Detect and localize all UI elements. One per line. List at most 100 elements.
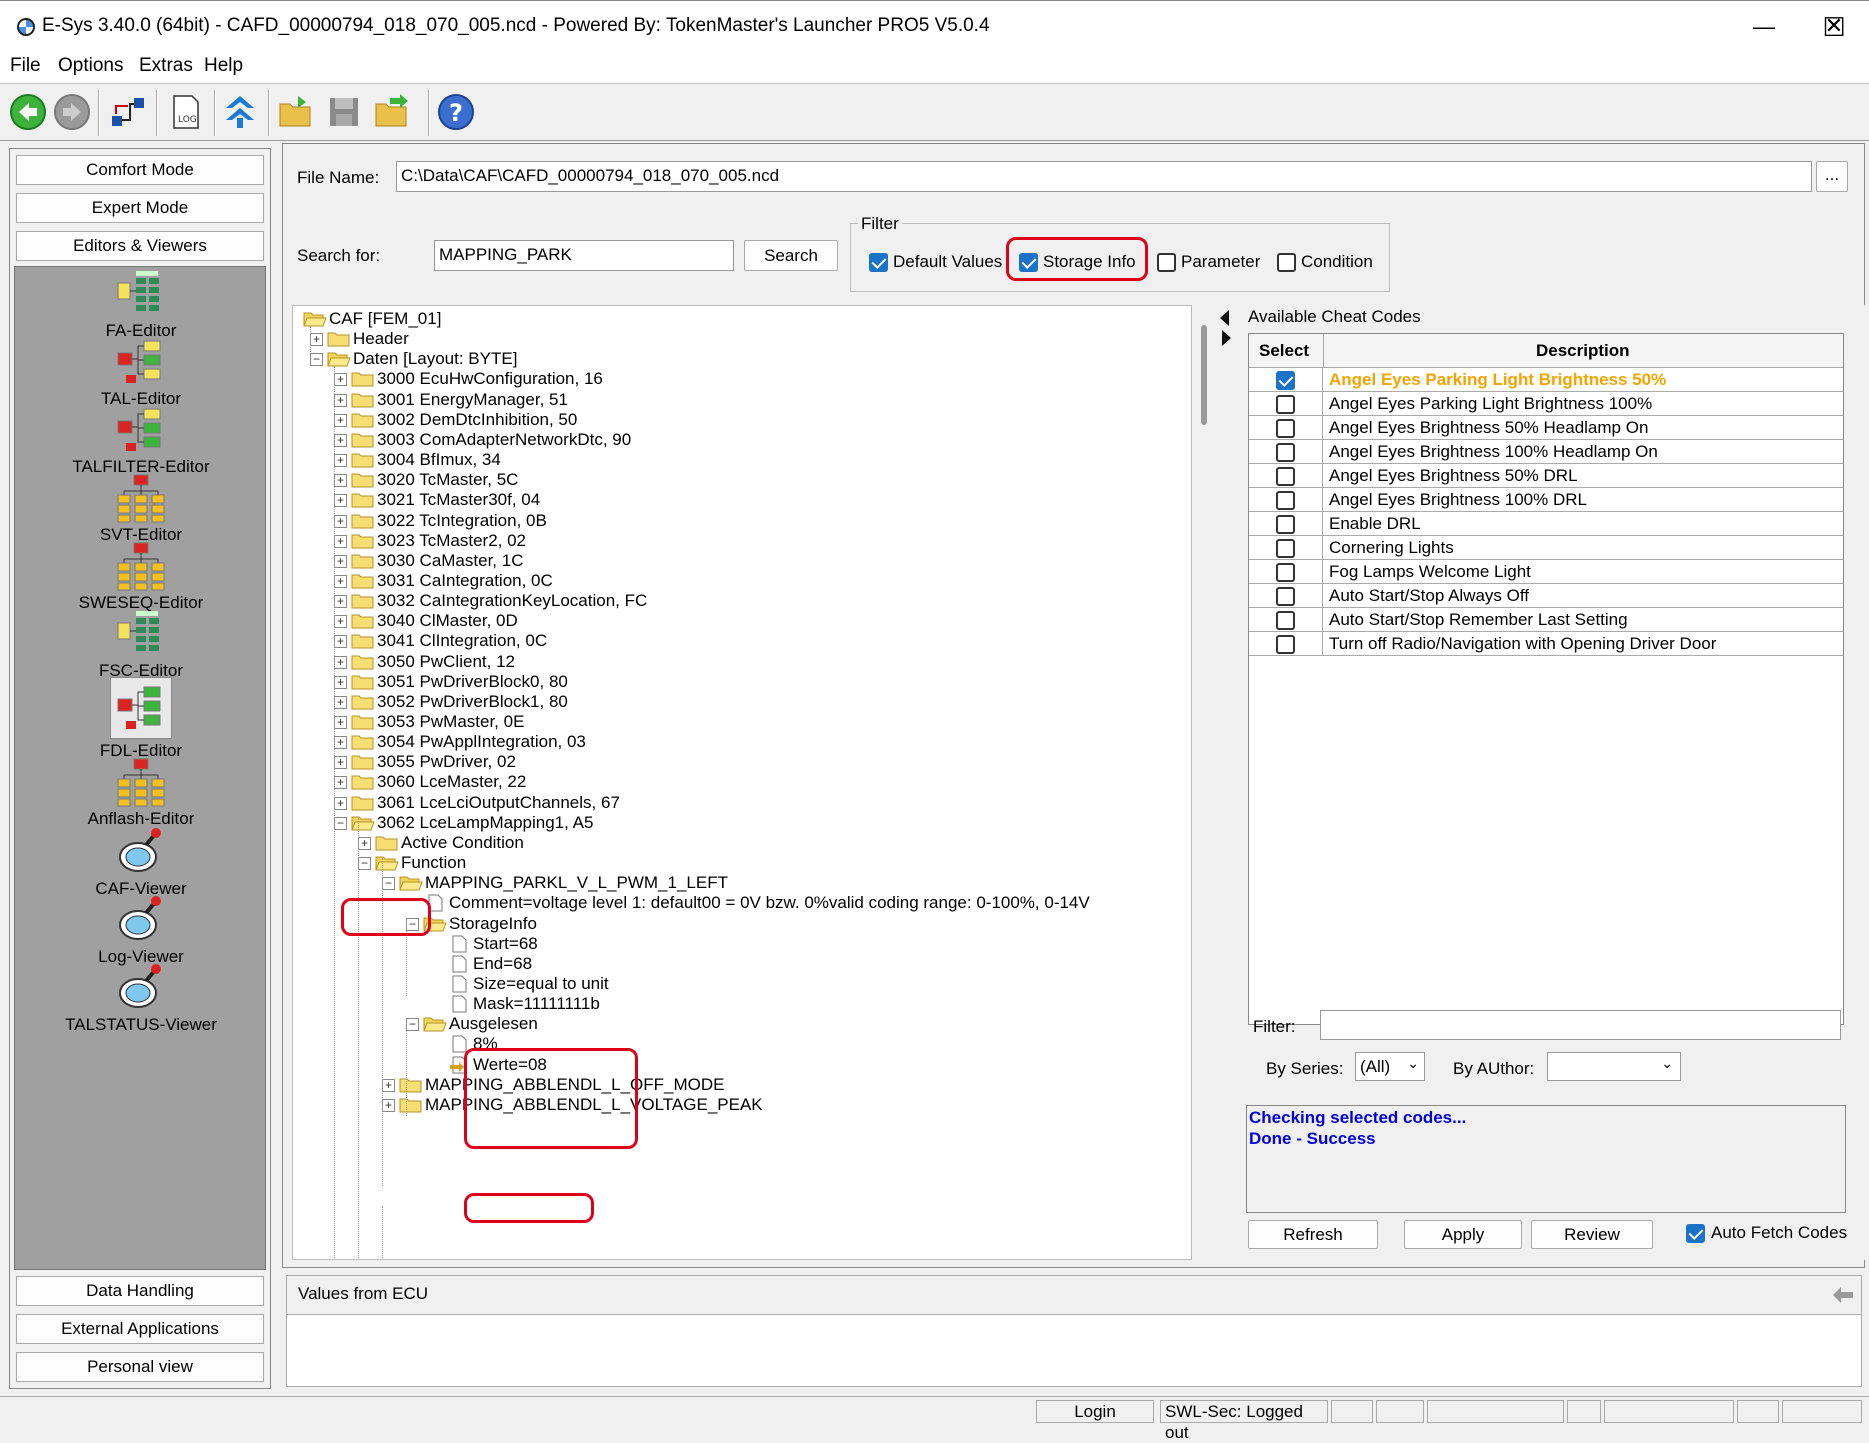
cheat-select-checkbox[interactable] <box>1276 563 1295 582</box>
tree-scrollbar[interactable] <box>1198 305 1212 1260</box>
auto-fetch-checkbox[interactable] <box>1686 1224 1705 1243</box>
log-viewer-tool[interactable]: Log-Viewer <box>15 895 267 967</box>
tree-expander-icon[interactable]: + <box>334 454 347 468</box>
cheat-code-row[interactable]: Fog Lamps Welcome Light <box>1249 560 1843 584</box>
tree-expander-icon[interactable]: + <box>334 595 347 609</box>
by-series-select[interactable]: (All) ⌄ <box>1355 1052 1425 1081</box>
cheat-select-checkbox[interactable] <box>1276 515 1295 534</box>
cheat-filter-input[interactable] <box>1320 1010 1841 1040</box>
menu-help[interactable]: Help <box>204 55 243 77</box>
personal-view-button[interactable]: Personal view <box>16 1352 264 1382</box>
tree-expander-icon[interactable]: + <box>334 393 347 407</box>
tree-expander-icon[interactable]: + <box>334 514 347 528</box>
tree-expander-icon[interactable]: − <box>334 816 347 830</box>
cheat-code-row[interactable]: Angel Eyes Brightness 50% Headlamp On <box>1249 416 1843 440</box>
connect-icon[interactable] <box>108 92 148 132</box>
comfort-mode-button[interactable]: Comfort Mode <box>16 155 264 185</box>
tree-expander-icon[interactable]: + <box>334 756 347 770</box>
cheat-code-row[interactable]: Angel Eyes Brightness 100% DRL <box>1249 488 1843 512</box>
cheat-select-checkbox[interactable] <box>1276 635 1295 654</box>
tree-expander-icon[interactable]: − <box>310 353 323 367</box>
expert-mode-button[interactable]: Expert Mode <box>16 193 264 223</box>
tree-expander-icon[interactable]: + <box>334 736 347 750</box>
tree-expander-icon[interactable]: + <box>334 494 347 508</box>
tree-expander-icon[interactable]: + <box>334 776 347 790</box>
fsc-editor-tool[interactable]: FSC-Editor <box>15 609 267 681</box>
cheat-select-checkbox[interactable] <box>1276 587 1295 606</box>
cheat-select-checkbox[interactable] <box>1276 467 1295 486</box>
cheat-select-checkbox[interactable] <box>1276 491 1295 510</box>
tree-expander-icon[interactable]: + <box>334 615 347 629</box>
apply-button[interactable]: Apply <box>1404 1220 1522 1249</box>
talfilter-editor-tool[interactable]: TALFILTER-Editor <box>15 405 267 477</box>
cheat-select-checkbox[interactable] <box>1276 395 1295 414</box>
forward-arrow-icon[interactable] <box>52 92 92 132</box>
default-values-checkbox[interactable] <box>869 253 888 272</box>
tree-expander-icon[interactable]: + <box>334 635 347 649</box>
tree-expander-icon[interactable]: + <box>334 695 347 709</box>
caf-viewer-tool[interactable]: CAF-Viewer <box>15 827 267 899</box>
minimize-button[interactable]: — <box>1730 7 1798 47</box>
tree-expander-icon[interactable]: + <box>334 716 347 729</box>
back-arrow-icon[interactable] <box>8 92 48 132</box>
tree-expander-icon[interactable]: + <box>310 333 323 347</box>
cheat-code-row[interactable]: Auto Start/Stop Always Off <box>1249 584 1843 608</box>
menu-extras[interactable]: Extras <box>139 55 193 77</box>
tree-expander-icon[interactable]: + <box>382 1078 395 1092</box>
tree-expander-icon[interactable]: + <box>334 675 347 689</box>
cheat-code-row[interactable]: Angel Eyes Parking Light Brightness 50% <box>1249 368 1843 392</box>
tree-expander-icon[interactable]: + <box>334 433 347 447</box>
browse-button[interactable]: ... <box>1816 161 1848 192</box>
cheat-select-checkbox[interactable] <box>1276 539 1295 558</box>
search-input[interactable]: MAPPING_PARK <box>434 240 734 271</box>
tree-expander-icon[interactable]: + <box>334 474 347 488</box>
anflash-editor-tool[interactable]: Anflash-Editor <box>15 757 267 829</box>
external-applications-button[interactable]: External Applications <box>16 1314 264 1344</box>
tree-expander-icon[interactable]: − <box>406 1018 419 1032</box>
cheat-select-checkbox[interactable] <box>1276 443 1295 462</box>
tree-expander-icon[interactable]: + <box>358 836 371 850</box>
tree-expander-icon[interactable]: − <box>382 877 395 891</box>
cheat-code-row[interactable]: Angel Eyes Brightness 50% DRL <box>1249 464 1843 488</box>
talstatus-viewer-tool[interactable]: TALSTATUS-Viewer <box>15 963 267 1035</box>
cheat-code-row[interactable]: Auto Start/Stop Remember Last Setting <box>1249 608 1843 632</box>
sweseq-editor-tool[interactable]: SWESEQ-Editor <box>15 541 267 613</box>
log-icon[interactable]: LOG <box>166 92 206 132</box>
menu-options[interactable]: Options <box>58 55 123 77</box>
select-column-header[interactable]: Select <box>1259 341 1309 361</box>
open-folder-arrow-icon[interactable] <box>372 92 412 132</box>
tree-expander-icon[interactable]: + <box>334 413 347 427</box>
tree-expander-icon[interactable]: + <box>334 534 347 548</box>
help-icon[interactable]: ? <box>436 92 476 132</box>
cheat-code-row[interactable]: Angel Eyes Brightness 100% Headlamp On <box>1249 440 1843 464</box>
cheat-code-row[interactable]: Angel Eyes Parking Light Brightness 100% <box>1249 392 1843 416</box>
pin-icon[interactable] <box>1831 1284 1855 1306</box>
cheat-code-row[interactable]: Turn off Radio/Navigation with Opening D… <box>1249 632 1843 656</box>
svt-editor-tool[interactable]: SVT-Editor <box>15 473 267 545</box>
fdl-editor-tool[interactable]: FDL-Editor <box>15 677 267 761</box>
expand-right-icon[interactable] <box>1222 330 1231 346</box>
cheat-select-checkbox[interactable] <box>1276 419 1295 438</box>
review-button[interactable]: Review <box>1531 1220 1653 1249</box>
save-icon[interactable] <box>324 92 364 132</box>
tree-expander-icon[interactable]: + <box>334 373 347 387</box>
coding-icon[interactable] <box>220 92 260 132</box>
cheat-code-row[interactable]: Enable DRL <box>1249 512 1843 536</box>
tree-expander-icon[interactable]: + <box>334 574 347 588</box>
tree-expander-icon[interactable]: − <box>358 857 371 871</box>
menu-file[interactable]: File <box>10 55 41 77</box>
editors-viewers-button[interactable]: Editors & Viewers <box>16 231 264 261</box>
parameter-checkbox[interactable] <box>1157 253 1176 272</box>
open-folder-icon[interactable] <box>276 92 316 132</box>
close-button-visible[interactable]: ✕ <box>1801 6 1867 46</box>
tree-scrollbar-thumb[interactable] <box>1201 325 1207 425</box>
search-button[interactable]: Search <box>744 240 838 271</box>
data-handling-button[interactable]: Data Handling <box>16 1276 264 1306</box>
caf-tree[interactable]: CAF [FEM_01] + Header − Daten [Layout: BYTE]… <box>292 305 1192 1260</box>
condition-checkbox[interactable] <box>1277 253 1296 272</box>
refresh-button[interactable]: Refresh <box>1248 1220 1378 1249</box>
tree-expander-icon[interactable]: + <box>334 796 347 810</box>
tree-expander-icon[interactable]: + <box>382 1098 395 1112</box>
file-name-field[interactable]: C:\Data\CAF\CAFD_00000794_018_070_005.nc… <box>396 161 1812 192</box>
fa-editor-tool[interactable]: FA-Editor <box>15 269 267 341</box>
